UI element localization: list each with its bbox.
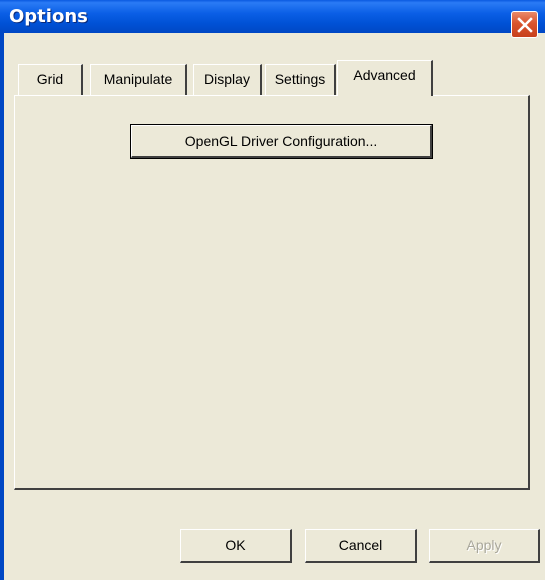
tab-manipulate-label: Manipulate	[103, 71, 173, 87]
advanced-tab-panel: OpenGL Driver Configuration...	[14, 95, 530, 490]
ok-button-label: OK	[225, 537, 246, 553]
apply-button[interactable]: Apply	[429, 529, 540, 563]
cancel-button-label: Cancel	[338, 537, 383, 553]
tab-grid-label: Grid	[36, 71, 64, 87]
options-dialog: Options Grid Manipulate Display Settings…	[0, 0, 545, 580]
close-button[interactable]	[511, 11, 538, 38]
window-left-border	[0, 33, 4, 580]
tab-settings[interactable]: Settings	[265, 64, 336, 95]
cancel-button[interactable]: Cancel	[305, 529, 417, 563]
tab-advanced[interactable]: Advanced	[337, 60, 433, 98]
apply-button-label: Apply	[466, 537, 502, 553]
tab-display-label: Display	[204, 71, 250, 87]
opengl-driver-configuration-button[interactable]: OpenGL Driver Configuration...	[131, 125, 432, 158]
title-bar[interactable]: Options	[0, 0, 545, 33]
tab-advanced-label: Advanced	[353, 67, 416, 83]
window-title: Options	[9, 6, 88, 27]
tab-manipulate[interactable]: Manipulate	[90, 64, 187, 95]
tab-settings-label: Settings	[274, 71, 326, 87]
opengl-button-label: OpenGL Driver Configuration...	[184, 133, 378, 149]
tab-display[interactable]: Display	[193, 64, 262, 95]
ok-button[interactable]: OK	[180, 529, 292, 563]
tab-grid[interactable]: Grid	[18, 64, 83, 95]
